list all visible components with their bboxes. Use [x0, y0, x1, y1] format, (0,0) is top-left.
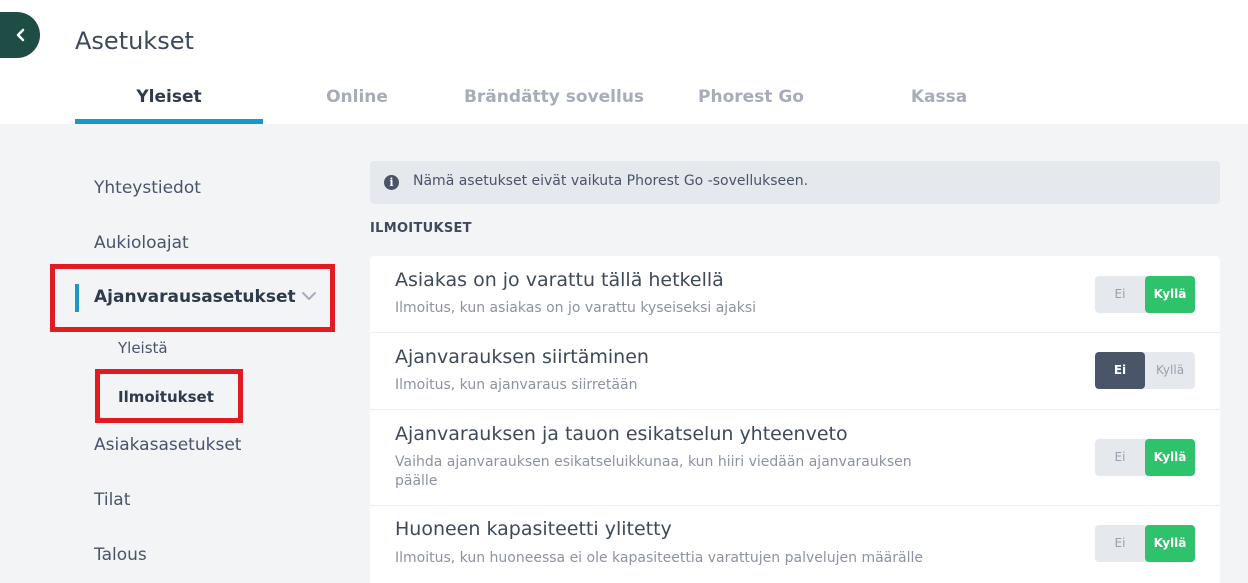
sidebar-item-aukioloajat[interactable]: Aukioloajat [94, 233, 189, 253]
setting-title: Ajanvarauksen siirtäminen [395, 346, 649, 368]
info-text: Nämä asetukset eivät vaikuta Phorest Go … [413, 173, 809, 189]
setting-title: Huoneen kapasiteetti ylitetty [395, 518, 672, 540]
chevron-down-icon [302, 292, 316, 300]
toggle-option-ei[interactable]: Ei [1095, 525, 1145, 562]
sidebar-item-tilat[interactable]: Tilat [94, 490, 130, 510]
sidebar: Yhteystiedot Aukioloajat Ajanvarausasetu… [0, 124, 340, 583]
setting-description: Vaihda ajanvarauksen esikatseluikkunaa, … [395, 454, 912, 489]
back-button[interactable] [0, 12, 40, 58]
setting-row: Asiakas on jo varattu tällä hetkellä Ilm… [370, 256, 1220, 333]
sidebar-item-label: Ajanvarausasetukset [94, 287, 296, 307]
sidebar-subitem-label: Ilmoitukset [118, 388, 214, 406]
settings-card: Asiakas on jo varattu tällä hetkellä Ilm… [370, 256, 1220, 583]
tab-yleiset[interactable]: Yleiset [75, 72, 263, 124]
setting-title: Asiakas on jo varattu tällä hetkellä [395, 269, 724, 291]
tab-online[interactable]: Online [263, 72, 451, 124]
section-title: ILMOITUKSET [370, 221, 472, 236]
setting-title: Ajanvarauksen ja tauon esikatselun yhtee… [395, 423, 848, 445]
info-banner: i Nämä asetukset eivät vaikuta Phorest G… [370, 161, 1220, 204]
setting-row: Ajanvarauksen ja tauon esikatselun yhtee… [370, 410, 1220, 506]
sidebar-subitem-yleista[interactable]: Yleistä [118, 339, 168, 357]
toggle-option-ei[interactable]: Ei [1095, 276, 1145, 313]
setting-toggle[interactable]: Ei Kyllä [1095, 276, 1195, 313]
active-indicator [75, 284, 79, 312]
page-header: Asetukset Yleiset Online Brändätty sovel… [0, 0, 1248, 124]
info-icon: i [384, 175, 399, 190]
toggle-option-kylla[interactable]: Kyllä [1145, 276, 1195, 313]
setting-toggle[interactable]: Ei Kyllä [1095, 352, 1195, 389]
toggle-option-ei[interactable]: Ei [1095, 352, 1145, 389]
setting-description: Ilmoitus, kun huoneessa ei ole kapasitee… [395, 550, 923, 566]
setting-description: Ilmoitus, kun asiakas on jo varattu kyse… [395, 300, 757, 316]
sidebar-item-yhteystiedot[interactable]: Yhteystiedot [94, 178, 201, 198]
toggle-option-ei[interactable]: Ei [1095, 439, 1145, 476]
toggle-option-kylla[interactable]: Kyllä [1145, 352, 1195, 389]
setting-toggle[interactable]: Ei Kyllä [1095, 439, 1195, 476]
setting-row: Ajanvarauksen siirtäminen Ilmoitus, kun … [370, 333, 1220, 410]
toggle-option-kylla[interactable]: Kyllä [1145, 525, 1195, 562]
setting-row: Huoneen kapasiteetti ylitetty Ilmoitus, … [370, 506, 1220, 583]
setting-toggle[interactable]: Ei Kyllä [1095, 525, 1195, 562]
page-title: Asetukset [75, 27, 194, 55]
tab-phorest-go[interactable]: Phorest Go [657, 72, 845, 124]
toggle-option-kylla[interactable]: Kyllä [1145, 439, 1195, 476]
setting-description: Ilmoitus, kun ajanvaraus siirretään [395, 377, 638, 393]
tab-kassa[interactable]: Kassa [845, 72, 1033, 124]
sidebar-item-asiakasasetukset[interactable]: Asiakasasetukset [94, 435, 241, 455]
sidebar-item-talous[interactable]: Talous [94, 545, 147, 565]
chevron-left-icon [16, 28, 25, 42]
tab-branded-app[interactable]: Brändätty sovellus [451, 72, 657, 124]
sidebar-subitem-ilmoitukset[interactable]: Ilmoitukset [95, 369, 243, 423]
sidebar-item-ajanvarausasetukset[interactable]: Ajanvarausasetukset [50, 264, 335, 332]
